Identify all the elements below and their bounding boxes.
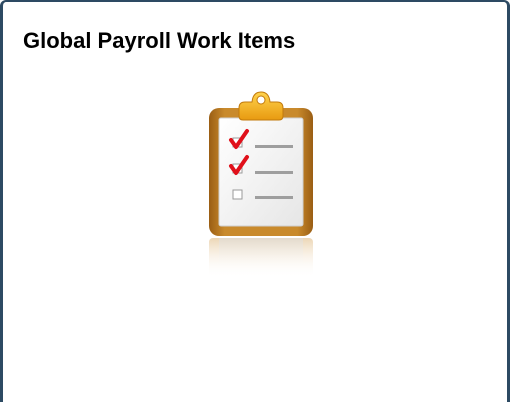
- tile-frame: Global Payroll Work Items: [0, 0, 510, 402]
- tile-title: Global Payroll Work Items: [23, 28, 296, 53]
- clipboard-checklist-icon: [199, 86, 319, 286]
- global-payroll-work-items-tile[interactable]: Global Payroll Work Items: [3, 2, 507, 402]
